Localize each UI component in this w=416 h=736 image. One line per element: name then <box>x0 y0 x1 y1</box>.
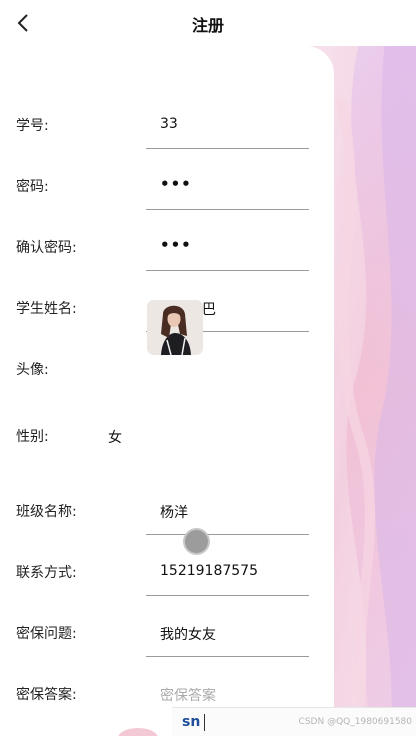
student-id-label: 学号: <box>16 118 49 134</box>
avatar-image[interactable] <box>147 300 203 355</box>
input-underline <box>146 656 309 657</box>
security-answer-input[interactable]: 密保答案 <box>160 685 216 705</box>
input-underline <box>146 534 309 535</box>
security-question-input[interactable]: 我的女友 <box>160 624 216 644</box>
confirm-password-label: 确认密码: <box>16 240 77 256</box>
class-name-row: 班级名称: 杨洋 <box>0 491 334 552</box>
password-input[interactable]: ••• <box>160 175 192 193</box>
input-underline <box>146 209 309 210</box>
contact-row: 联系方式: 15219187575 <box>0 552 334 613</box>
password-row: 密码: ••• <box>0 166 334 227</box>
ime-composition-text: sn <box>182 714 201 730</box>
class-name-input[interactable]: 杨洋 <box>160 502 188 522</box>
gender-row: 性别: 女 <box>0 416 334 477</box>
input-underline <box>146 270 309 271</box>
input-underline <box>146 595 309 596</box>
avatar-photo <box>147 300 203 355</box>
class-name-label: 班级名称: <box>16 504 77 520</box>
touch-indicator <box>185 530 208 553</box>
page-title: 注册 <box>191 16 224 35</box>
security-question-label: 密保问题: <box>16 626 77 642</box>
contact-input[interactable]: 15219187575 <box>160 563 258 579</box>
student-name-label: 学生姓名: <box>16 301 77 317</box>
confirm-password-row: 确认密码: ••• <box>0 227 334 288</box>
confirm-password-input[interactable]: ••• <box>160 236 192 254</box>
avatar-label: 头像: <box>16 362 49 378</box>
watermark: CSDN @QQ_1980691580 <box>298 717 412 727</box>
security-question-row: 密保问题: 我的女友 <box>0 613 334 674</box>
ime-composition-bar: sn CSDN @QQ_1980691580 <box>172 707 416 736</box>
contact-label: 联系方式: <box>16 565 77 581</box>
security-answer-label: 密保答案: <box>16 687 77 703</box>
password-label: 密码: <box>16 179 49 195</box>
gender-label: 性别: <box>16 429 49 445</box>
navigation-bar: 注册 <box>0 0 416 46</box>
text-caret <box>204 714 205 731</box>
student-id-input[interactable]: 33 <box>160 116 178 132</box>
gender-value[interactable]: 女 <box>108 427 122 447</box>
input-underline <box>146 148 309 149</box>
student-id-row: 学号: 33 <box>0 105 334 166</box>
avatar-row: 头像: <box>0 349 334 410</box>
